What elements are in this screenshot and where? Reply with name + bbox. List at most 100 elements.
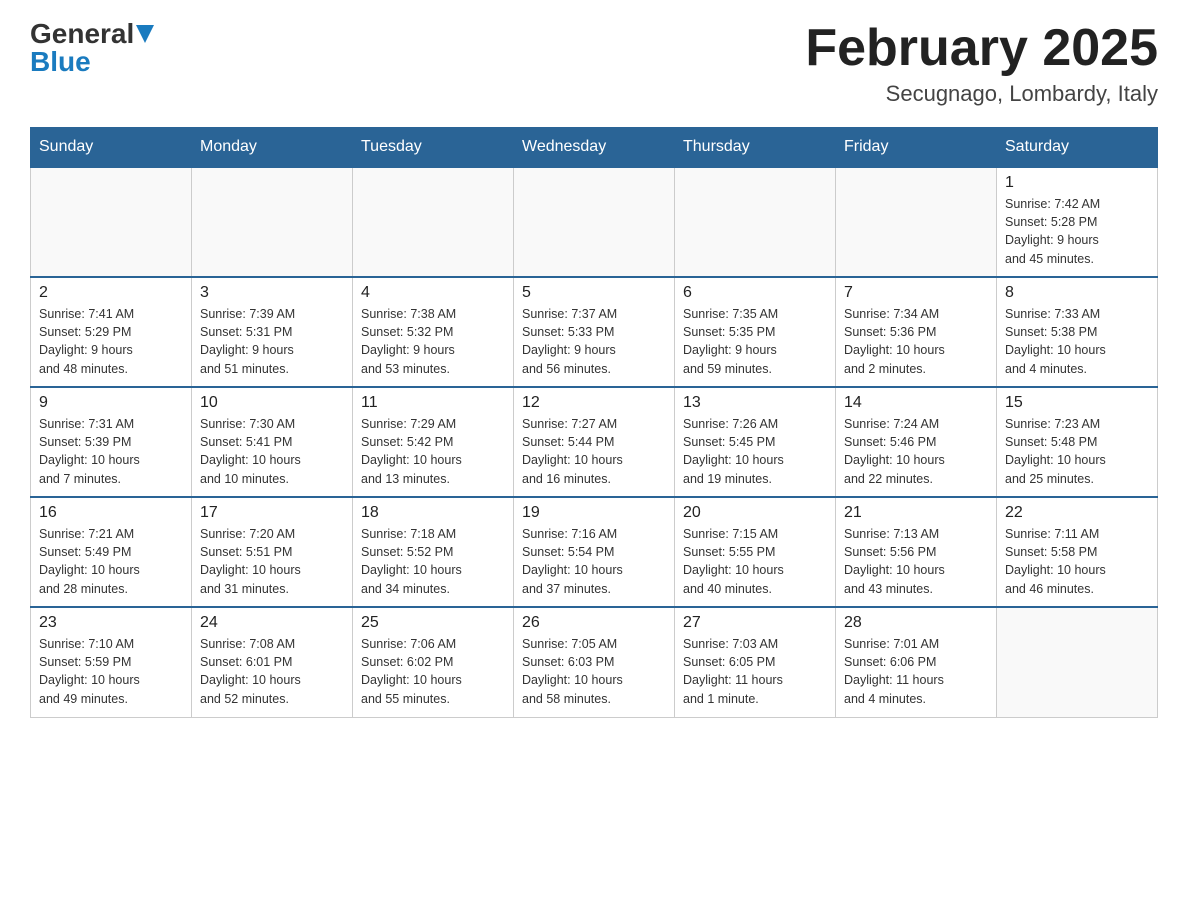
day-info: Sunrise: 7:27 AM Sunset: 5:44 PM Dayligh… bbox=[522, 415, 666, 488]
day-number: 20 bbox=[683, 504, 827, 522]
calendar-cell-4-5: 28Sunrise: 7:01 AM Sunset: 6:06 PM Dayli… bbox=[836, 607, 997, 717]
day-number: 16 bbox=[39, 504, 183, 522]
calendar-cell-1-3: 5Sunrise: 7:37 AM Sunset: 5:33 PM Daylig… bbox=[514, 277, 675, 387]
day-number: 8 bbox=[1005, 284, 1149, 302]
day-number: 15 bbox=[1005, 394, 1149, 412]
day-number: 3 bbox=[200, 284, 344, 302]
day-number: 24 bbox=[200, 614, 344, 632]
day-number: 19 bbox=[522, 504, 666, 522]
calendar-cell-3-6: 22Sunrise: 7:11 AM Sunset: 5:58 PM Dayli… bbox=[997, 497, 1158, 607]
calendar-cell-0-5 bbox=[836, 167, 997, 277]
location-title: Secugnago, Lombardy, Italy bbox=[805, 81, 1158, 107]
calendar-header-monday: Monday bbox=[192, 128, 353, 168]
day-number: 28 bbox=[844, 614, 988, 632]
calendar-header-row: SundayMondayTuesdayWednesdayThursdayFrid… bbox=[31, 128, 1158, 168]
calendar-cell-3-1: 17 Sunrise: 7:20 AM Sunset: 5:51 PM Dayli… bbox=[192, 497, 353, 607]
day-info: Sunrise: 7:08 AM Sunset: 6:01 PM Dayligh… bbox=[200, 635, 344, 708]
day-info: Sunrise: 7:38 AM Sunset: 5:32 PM Dayligh… bbox=[361, 305, 505, 378]
day-number: 4 bbox=[361, 284, 505, 302]
day-number: 14 bbox=[844, 394, 988, 412]
calendar-header-saturday: Saturday bbox=[997, 128, 1158, 168]
day-info: Sunrise: 7:42 AM Sunset: 5:28 PM Dayligh… bbox=[1005, 195, 1149, 268]
calendar-header-wednesday: Wednesday bbox=[514, 128, 675, 168]
calendar-header-friday: Friday bbox=[836, 128, 997, 168]
day-number: 9 bbox=[39, 394, 183, 412]
day-number: 2 bbox=[39, 284, 183, 302]
day-info: Sunrise: 7:11 AM Sunset: 5:58 PM Dayligh… bbox=[1005, 525, 1149, 598]
calendar-cell-1-2: 4 Sunrise: 7:38 AM Sunset: 5:32 PM Daylig… bbox=[353, 277, 514, 387]
logo-triangle-icon bbox=[136, 25, 154, 43]
day-info: Sunrise: 7:05 AM Sunset: 6:03 PM Dayligh… bbox=[522, 635, 666, 708]
calendar-cell-2-3: 12 Sunrise: 7:27 AM Sunset: 5:44 PM Dayli… bbox=[514, 387, 675, 497]
calendar-week-row-2: 9 Sunrise: 7:31 AM Sunset: 5:39 PM Daylig… bbox=[31, 387, 1158, 497]
logo-general-text: General bbox=[30, 20, 134, 48]
day-number: 18 bbox=[361, 504, 505, 522]
calendar-cell-3-2: 18 Sunrise: 7:18 AM Sunset: 5:52 PM Dayli… bbox=[353, 497, 514, 607]
day-number: 21 bbox=[844, 504, 988, 522]
day-info: Sunrise: 7:23 AM Sunset: 5:48 PM Dayligh… bbox=[1005, 415, 1149, 488]
day-info: Sunrise: 7:03 AM Sunset: 6:05 PM Dayligh… bbox=[683, 635, 827, 708]
day-number: 13 bbox=[683, 394, 827, 412]
day-info: Sunrise: 7:31 AM Sunset: 5:39 PM Dayligh… bbox=[39, 415, 183, 488]
day-number: 17 bbox=[200, 504, 344, 522]
day-info: Sunrise: 7:10 AM Sunset: 5:59 PM Dayligh… bbox=[39, 635, 183, 708]
calendar-cell-4-1: 24 Sunrise: 7:08 AM Sunset: 6:01 PM Dayli… bbox=[192, 607, 353, 717]
calendar-cell-3-5: 21Sunrise: 7:13 AM Sunset: 5:56 PM Dayli… bbox=[836, 497, 997, 607]
calendar-cell-2-0: 9 Sunrise: 7:31 AM Sunset: 5:39 PM Daylig… bbox=[31, 387, 192, 497]
calendar-cell-4-2: 25 Sunrise: 7:06 AM Sunset: 6:02 PM Dayli… bbox=[353, 607, 514, 717]
calendar-cell-2-2: 11 Sunrise: 7:29 AM Sunset: 5:42 PM Dayli… bbox=[353, 387, 514, 497]
day-info: Sunrise: 7:15 AM Sunset: 5:55 PM Dayligh… bbox=[683, 525, 827, 598]
day-number: 11 bbox=[361, 394, 505, 412]
calendar-cell-4-4: 27 Sunrise: 7:03 AM Sunset: 6:05 PM Dayli… bbox=[675, 607, 836, 717]
day-number: 27 bbox=[683, 614, 827, 632]
day-info: Sunrise: 7:20 AM Sunset: 5:51 PM Dayligh… bbox=[200, 525, 344, 598]
day-info: Sunrise: 7:24 AM Sunset: 5:46 PM Dayligh… bbox=[844, 415, 988, 488]
month-title: February 2025 bbox=[805, 20, 1158, 77]
calendar-cell-0-1 bbox=[192, 167, 353, 277]
day-info: Sunrise: 7:39 AM Sunset: 5:31 PM Dayligh… bbox=[200, 305, 344, 378]
day-info: Sunrise: 7:30 AM Sunset: 5:41 PM Dayligh… bbox=[200, 415, 344, 488]
day-info: Sunrise: 7:34 AM Sunset: 5:36 PM Dayligh… bbox=[844, 305, 988, 378]
day-info: Sunrise: 7:33 AM Sunset: 5:38 PM Dayligh… bbox=[1005, 305, 1149, 378]
day-number: 12 bbox=[522, 394, 666, 412]
calendar-cell-2-6: 15 Sunrise: 7:23 AM Sunset: 5:48 PM Dayli… bbox=[997, 387, 1158, 497]
calendar-cell-0-3 bbox=[514, 167, 675, 277]
calendar-week-row-1: 2 Sunrise: 7:41 AM Sunset: 5:29 PM Daylig… bbox=[31, 277, 1158, 387]
calendar-cell-3-3: 19 Sunrise: 7:16 AM Sunset: 5:54 PM Dayli… bbox=[514, 497, 675, 607]
day-number: 7 bbox=[844, 284, 988, 302]
page-header: General Blue February 2025 Secugnago, Lo… bbox=[30, 20, 1158, 107]
calendar-cell-3-0: 16 Sunrise: 7:21 AM Sunset: 5:49 PM Dayli… bbox=[31, 497, 192, 607]
day-info: Sunrise: 7:26 AM Sunset: 5:45 PM Dayligh… bbox=[683, 415, 827, 488]
day-info: Sunrise: 7:06 AM Sunset: 6:02 PM Dayligh… bbox=[361, 635, 505, 708]
day-info: Sunrise: 7:41 AM Sunset: 5:29 PM Dayligh… bbox=[39, 305, 183, 378]
day-info: Sunrise: 7:29 AM Sunset: 5:42 PM Dayligh… bbox=[361, 415, 505, 488]
day-number: 1 bbox=[1005, 174, 1149, 192]
calendar-cell-0-6: 1 Sunrise: 7:42 AM Sunset: 5:28 PM Daylig… bbox=[997, 167, 1158, 277]
calendar-week-row-3: 16 Sunrise: 7:21 AM Sunset: 5:49 PM Dayli… bbox=[31, 497, 1158, 607]
calendar-header-thursday: Thursday bbox=[675, 128, 836, 168]
calendar-cell-0-0 bbox=[31, 167, 192, 277]
calendar-cell-1-5: 7 Sunrise: 7:34 AM Sunset: 5:36 PM Daylig… bbox=[836, 277, 997, 387]
calendar-cell-1-6: 8 Sunrise: 7:33 AM Sunset: 5:38 PM Daylig… bbox=[997, 277, 1158, 387]
day-info: Sunrise: 7:21 AM Sunset: 5:49 PM Dayligh… bbox=[39, 525, 183, 598]
calendar-cell-1-4: 6 Sunrise: 7:35 AM Sunset: 5:35 PM Daylig… bbox=[675, 277, 836, 387]
calendar-cell-0-2 bbox=[353, 167, 514, 277]
day-number: 25 bbox=[361, 614, 505, 632]
calendar-header-sunday: Sunday bbox=[31, 128, 192, 168]
logo: General Blue bbox=[30, 20, 154, 76]
calendar-cell-4-6 bbox=[997, 607, 1158, 717]
calendar-week-row-4: 23Sunrise: 7:10 AM Sunset: 5:59 PM Dayli… bbox=[31, 607, 1158, 717]
logo-blue-text: Blue bbox=[30, 48, 91, 76]
day-info: Sunrise: 7:16 AM Sunset: 5:54 PM Dayligh… bbox=[522, 525, 666, 598]
calendar-cell-0-4 bbox=[675, 167, 836, 277]
day-number: 10 bbox=[200, 394, 344, 412]
calendar-cell-4-3: 26Sunrise: 7:05 AM Sunset: 6:03 PM Dayli… bbox=[514, 607, 675, 717]
calendar-cell-4-0: 23Sunrise: 7:10 AM Sunset: 5:59 PM Dayli… bbox=[31, 607, 192, 717]
calendar-table: SundayMondayTuesdayWednesdayThursdayFrid… bbox=[30, 127, 1158, 718]
calendar-cell-2-5: 14 Sunrise: 7:24 AM Sunset: 5:46 PM Dayli… bbox=[836, 387, 997, 497]
day-info: Sunrise: 7:35 AM Sunset: 5:35 PM Dayligh… bbox=[683, 305, 827, 378]
day-info: Sunrise: 7:18 AM Sunset: 5:52 PM Dayligh… bbox=[361, 525, 505, 598]
calendar-cell-1-1: 3 Sunrise: 7:39 AM Sunset: 5:31 PM Daylig… bbox=[192, 277, 353, 387]
calendar-cell-1-0: 2 Sunrise: 7:41 AM Sunset: 5:29 PM Daylig… bbox=[31, 277, 192, 387]
day-number: 6 bbox=[683, 284, 827, 302]
